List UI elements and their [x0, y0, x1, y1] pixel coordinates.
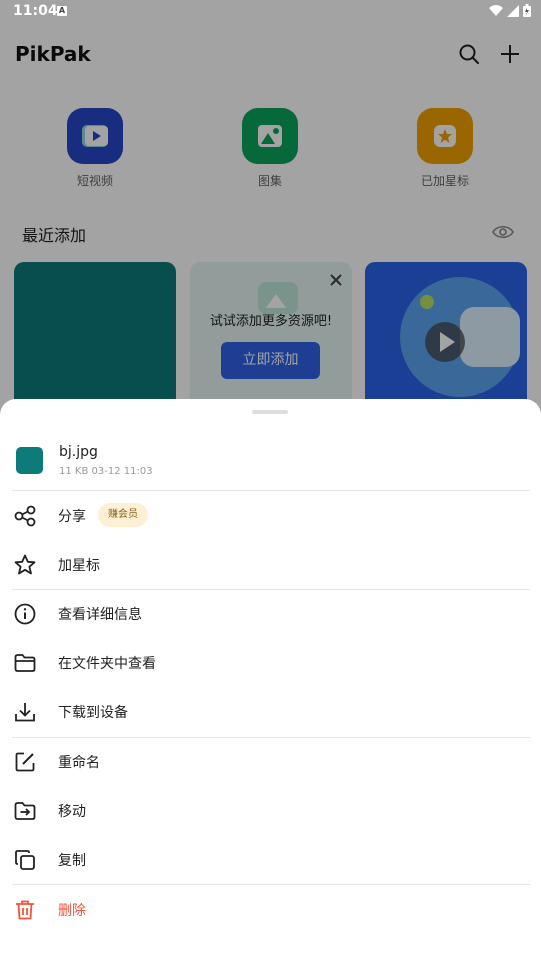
- move-item[interactable]: 移动: [0, 789, 541, 833]
- info-icon: [14, 603, 36, 625]
- move-label: 移动: [58, 804, 86, 820]
- download-icon: [15, 703, 35, 722]
- rename-label: 重命名: [58, 755, 100, 771]
- star-item[interactable]: 加星标: [0, 543, 541, 587]
- download-item[interactable]: 下载到设备: [0, 690, 541, 734]
- divider: [12, 737, 530, 738]
- earn-membership-badge: 赚会员: [98, 503, 148, 527]
- drag-handle[interactable]: [252, 410, 288, 414]
- file-action-sheet: bj.jpg 11 KB 03-12 11:03 分享 赚会员 加星标 查看详细…: [0, 399, 541, 963]
- trash-icon: [16, 900, 34, 920]
- signal-icon: [507, 4, 519, 17]
- notification-icon: A: [57, 6, 67, 16]
- delete-item[interactable]: 删除: [0, 888, 541, 932]
- details-label: 查看详细信息: [58, 607, 142, 623]
- view-in-folder-item[interactable]: 在文件夹中查看: [0, 641, 541, 685]
- details-item[interactable]: 查看详细信息: [0, 592, 541, 636]
- share-icon: [14, 505, 36, 527]
- rename-item[interactable]: 重命名: [0, 740, 541, 784]
- file-info: bj.jpg 11 KB 03-12 11:03: [0, 439, 541, 489]
- divider: [12, 490, 530, 491]
- file-thumbnail: [16, 447, 43, 474]
- status-time: 11:04: [13, 3, 58, 19]
- share-item[interactable]: 分享 赚会员: [0, 494, 541, 538]
- copy-label: 复制: [58, 853, 86, 869]
- download-label: 下载到设备: [58, 705, 128, 721]
- wifi-icon: [489, 4, 503, 16]
- divider: [12, 589, 530, 590]
- star-outline-icon: [14, 554, 36, 575]
- copy-icon: [15, 850, 35, 870]
- file-meta: 11 KB 03-12 11:03: [59, 466, 153, 477]
- view-in-folder-label: 在文件夹中查看: [58, 656, 156, 672]
- battery-icon: [523, 4, 531, 17]
- move-icon: [14, 802, 36, 820]
- star-label: 加星标: [58, 558, 100, 574]
- copy-item[interactable]: 复制: [0, 838, 541, 882]
- divider: [12, 884, 530, 885]
- file-name: bj.jpg: [59, 444, 98, 460]
- delete-label: 删除: [58, 903, 86, 919]
- rename-icon: [15, 752, 35, 772]
- status-bar: 11:04 A: [0, 0, 541, 24]
- folder-icon: [14, 654, 36, 672]
- share-label: 分享: [58, 509, 86, 525]
